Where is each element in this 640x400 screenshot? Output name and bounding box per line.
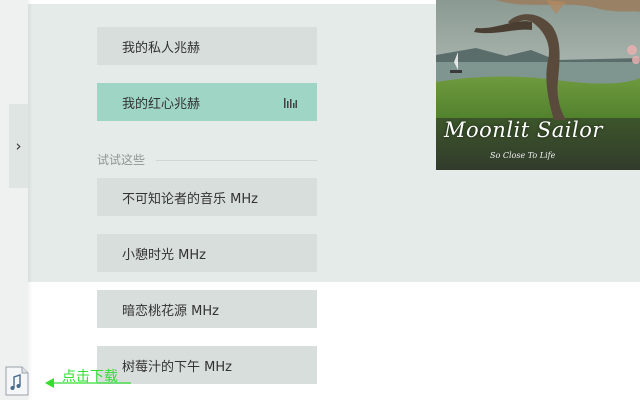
channel-my-private[interactable]: 我的私人兆赫 (97, 27, 317, 65)
channel-label: 小憩时光 MHz (122, 247, 206, 263)
download-link[interactable]: 点击下载 (62, 366, 118, 386)
album-title: Moonlit Sailor (444, 118, 603, 142)
section-title: 试试这些 (97, 153, 146, 167)
channel-my-liked[interactable]: 我的红心兆赫 (97, 83, 317, 121)
channel-label: 树莓汁的下午 MHz (122, 359, 232, 375)
channel-suggested-3[interactable]: 暗恋桃花源 MHz (97, 290, 317, 328)
album-subtitle: So Close To Life (490, 151, 556, 160)
album-artwork (436, 0, 640, 170)
music-file-icon[interactable] (4, 366, 30, 396)
now-playing-bars-icon (284, 98, 297, 108)
channel-label: 我的红心兆赫 (122, 96, 201, 112)
channel-label: 不可知论者的音乐 MHz (122, 191, 258, 207)
left-sidebar (0, 0, 28, 400)
section-divider (156, 160, 317, 161)
album-cover[interactable]: Moonlit Sailor So Close To Life (436, 0, 640, 170)
channel-suggested-2[interactable]: 小憩时光 MHz (97, 234, 317, 272)
channel-label: 暗恋桃花源 MHz (122, 303, 219, 319)
chevron-right-icon: › (15, 137, 22, 155)
sidebar-toggle-button[interactable]: › (9, 104, 28, 188)
channel-label: 我的私人兆赫 (122, 40, 201, 56)
channel-suggested-1[interactable]: 不可知论者的音乐 MHz (97, 178, 317, 216)
